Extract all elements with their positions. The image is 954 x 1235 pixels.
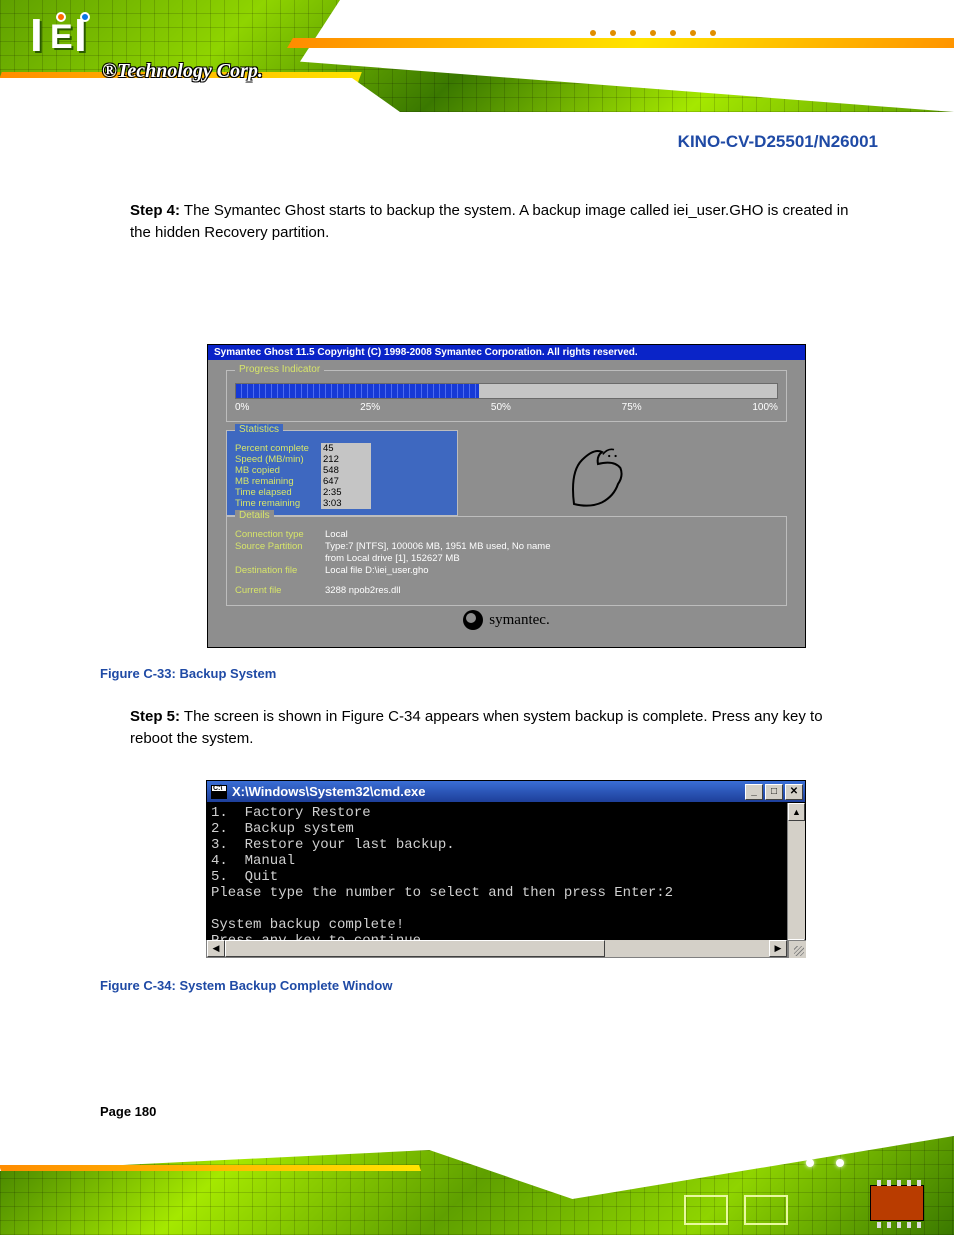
header-banner: I E I ®Technology Corp. (0, 0, 954, 112)
close-button[interactable]: ✕ (785, 784, 803, 800)
statistics-group: Statistics Percent complete45 Speed (MB/… (226, 430, 458, 516)
cmd-window: C:\ X:\Windows\System32\cmd.exe _ □ ✕ 1.… (206, 780, 806, 958)
progress-ticks: 0% 25% 50% 75% 100% (235, 402, 778, 413)
details-group: Details Connection typeLocal Source Part… (226, 516, 787, 606)
progress-indicator-label: Progress Indicator (235, 364, 324, 375)
progress-indicator-group: Progress Indicator 0% 25% 50% 75% 100% (226, 370, 787, 422)
cmd-horizontal-scrollbar[interactable]: ◀ ▶ (206, 940, 788, 958)
stat-time-elapsed: Time elapsed2:35 (235, 487, 449, 498)
symantec-icon (463, 610, 483, 630)
header-swoosh (300, 0, 954, 112)
ghost-icon (558, 432, 638, 512)
footer-banner (0, 1129, 954, 1235)
resize-grip-icon[interactable] (788, 940, 806, 958)
tick-75: 75% (622, 402, 642, 413)
progress-bar (235, 383, 778, 399)
header-swoosh-white (0, 78, 400, 112)
footer-circuit-art (664, 1153, 924, 1225)
detail-connection-type: Connection typeLocal (235, 529, 778, 541)
cmd-icon: C:\ (211, 785, 227, 799)
symantec-logo: symantec. (226, 610, 787, 630)
step-5-body: The screen is shown in Figure C-34 appea… (130, 708, 823, 747)
page-number: Page 180 (100, 1104, 156, 1119)
tick-25: 25% (360, 402, 380, 413)
stat-speed: Speed (MB/min)212 (235, 454, 449, 465)
step-4-body: The Symantec Ghost starts to backup the … (130, 202, 848, 241)
cmd-vertical-scrollbar[interactable]: ▲ ▼ (787, 803, 805, 957)
detail-current-file: Current file3288 npob2res.dll (235, 585, 778, 597)
symantec-text: symantec. (489, 612, 549, 629)
stat-mb-copied: MB copied548 (235, 465, 449, 476)
scroll-right-icon[interactable]: ▶ (769, 940, 787, 957)
stat-time-remaining: Time remaining3:03 (235, 498, 449, 509)
scroll-left-icon[interactable]: ◀ (207, 940, 225, 957)
step-4-label: Step 4: (130, 202, 180, 219)
stat-mb-remaining: MB remaining647 (235, 476, 449, 487)
minimize-button[interactable]: _ (745, 784, 763, 800)
tick-50: 50% (491, 402, 511, 413)
tick-0: 0% (235, 402, 249, 413)
technology-corp-text: ®Technology Corp. (102, 60, 263, 83)
scroll-thumb[interactable] (225, 940, 605, 957)
cmd-console[interactable]: 1. Factory Restore 2. Backup system 3. R… (207, 803, 787, 957)
figure-c-33-caption: Figure C-33: Backup System (100, 666, 276, 681)
symantec-ghost-window: Symantec Ghost 11.5 Copyright (C) 1998-2… (207, 344, 806, 648)
detail-source-partition-2: from Local drive [1], 152627 MB (235, 553, 778, 565)
product-title: KINO-CV-D25501/N26001 (678, 132, 878, 152)
scroll-up-icon[interactable]: ▲ (788, 803, 805, 821)
scroll-track[interactable] (605, 940, 769, 957)
step-4-text: Step 4: The Symantec Ghost starts to bac… (130, 200, 854, 244)
statistics-label: Statistics (235, 424, 283, 435)
step-5-label: Step 5: (130, 708, 180, 725)
progress-bar-fill (236, 384, 479, 398)
iei-logo: I E I (30, 14, 96, 60)
detail-source-partition: Source PartitionType:7 [NTFS], 100006 MB… (235, 541, 778, 553)
cmd-title: X:\Windows\System32\cmd.exe (232, 784, 426, 799)
maximize-button[interactable]: □ (765, 784, 783, 800)
details-label: Details (235, 510, 274, 521)
tick-100: 100% (752, 402, 778, 413)
detail-destination-file: Destination fileLocal file D:\iei_user.g… (235, 565, 778, 577)
stat-percent-complete: Percent complete45 (235, 443, 449, 454)
step-5-text: Step 5: The screen is shown in Figure C-… (130, 706, 854, 750)
page-content: KINO-CV-D25501/N26001 Step 4: The Symant… (0, 112, 954, 1129)
figure-c-34-caption: Figure C-34: System Backup Complete Wind… (100, 978, 392, 993)
cmd-titlebar[interactable]: C:\ X:\Windows\System32\cmd.exe _ □ ✕ (206, 780, 806, 802)
ghost-titlebar: Symantec Ghost 11.5 Copyright (C) 1998-2… (208, 345, 805, 360)
